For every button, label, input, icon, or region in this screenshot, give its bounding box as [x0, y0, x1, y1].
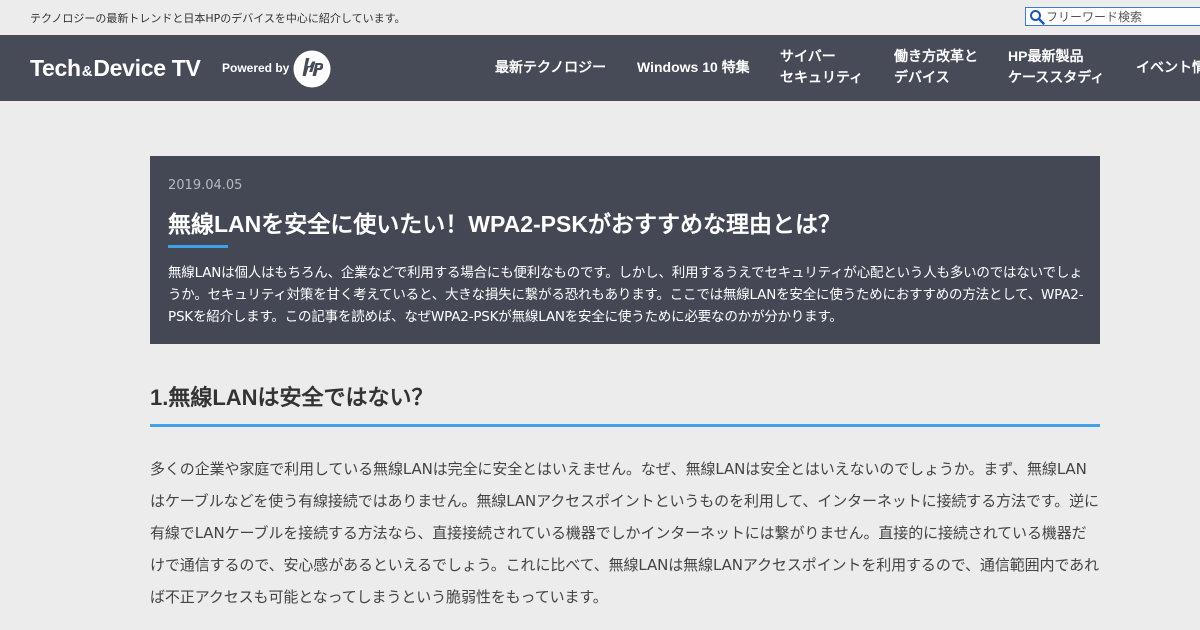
nav-label-line2: デバイス: [894, 69, 950, 85]
section-heading: 1.無線LANは安全ではない？: [150, 385, 434, 410]
section-body-text: 多くの企業や家庭で利用している無線LANは完全に安全とはいえません。なぜ、無線L…: [150, 460, 1099, 606]
nav-item-hp-products-case-study[interactable]: HP最新製品 ケーススタディ: [1008, 46, 1104, 88]
search-input[interactable]: [1046, 8, 1200, 25]
nav-label: 最新テクノロジー: [495, 59, 607, 75]
site-header: Tech&Device TV Powered by 最新テクノロジー Windo…: [0, 35, 1200, 101]
title-underline: [168, 245, 228, 248]
search-icon[interactable]: [1029, 9, 1045, 25]
nav-item-events[interactable]: イベント情: [1136, 57, 1200, 78]
article-date: 2019.04.05: [168, 178, 243, 193]
nav-item-windows10[interactable]: Windows 10 特集: [637, 57, 750, 78]
nav-item-latest-technology[interactable]: 最新テクノロジー: [495, 57, 606, 78]
nav-label: Windows 10 特集: [637, 59, 750, 75]
site-tagline: テクノロジーの最新トレンドと日本HPのデバイスを中心に紹介しています。: [30, 12, 406, 25]
top-utility-bar: テクノロジーの最新トレンドと日本HPのデバイスを中心に紹介しています。: [0, 0, 1200, 35]
search-box[interactable]: [1025, 7, 1200, 26]
nav-item-work-style-devices[interactable]: 働き方改革と デバイス: [894, 46, 978, 88]
nav-label-line2: セキュリティ: [780, 69, 864, 85]
section-divider: [150, 424, 1100, 427]
nav-label: イベント情: [1136, 59, 1200, 75]
nav-label-line1: サイバー: [780, 48, 836, 64]
nav-item-cyber-security[interactable]: サイバー セキュリティ: [780, 46, 863, 88]
nav-label-line1: HP最新製品: [1008, 48, 1084, 64]
main-nav: 最新テクノロジー Windows 10 特集 サイバー セキュリティ 働き方改革…: [0, 35, 1200, 101]
nav-label-line2: ケーススタディ: [1008, 69, 1105, 85]
nav-label-line1: 働き方改革と: [894, 48, 978, 64]
article-lead: 無線LANは個人はもちろん、企業などで利用する場合にも便利なものです。しかし、利…: [168, 265, 1084, 325]
article-title: 無線LANを安全に使いたい！WPA2-PSKがおすすめな理由とは？: [168, 211, 841, 237]
article-hero: 2019.04.05 無線LANを安全に使いたい！WPA2-PSKがおすすめな理…: [150, 156, 1100, 344]
